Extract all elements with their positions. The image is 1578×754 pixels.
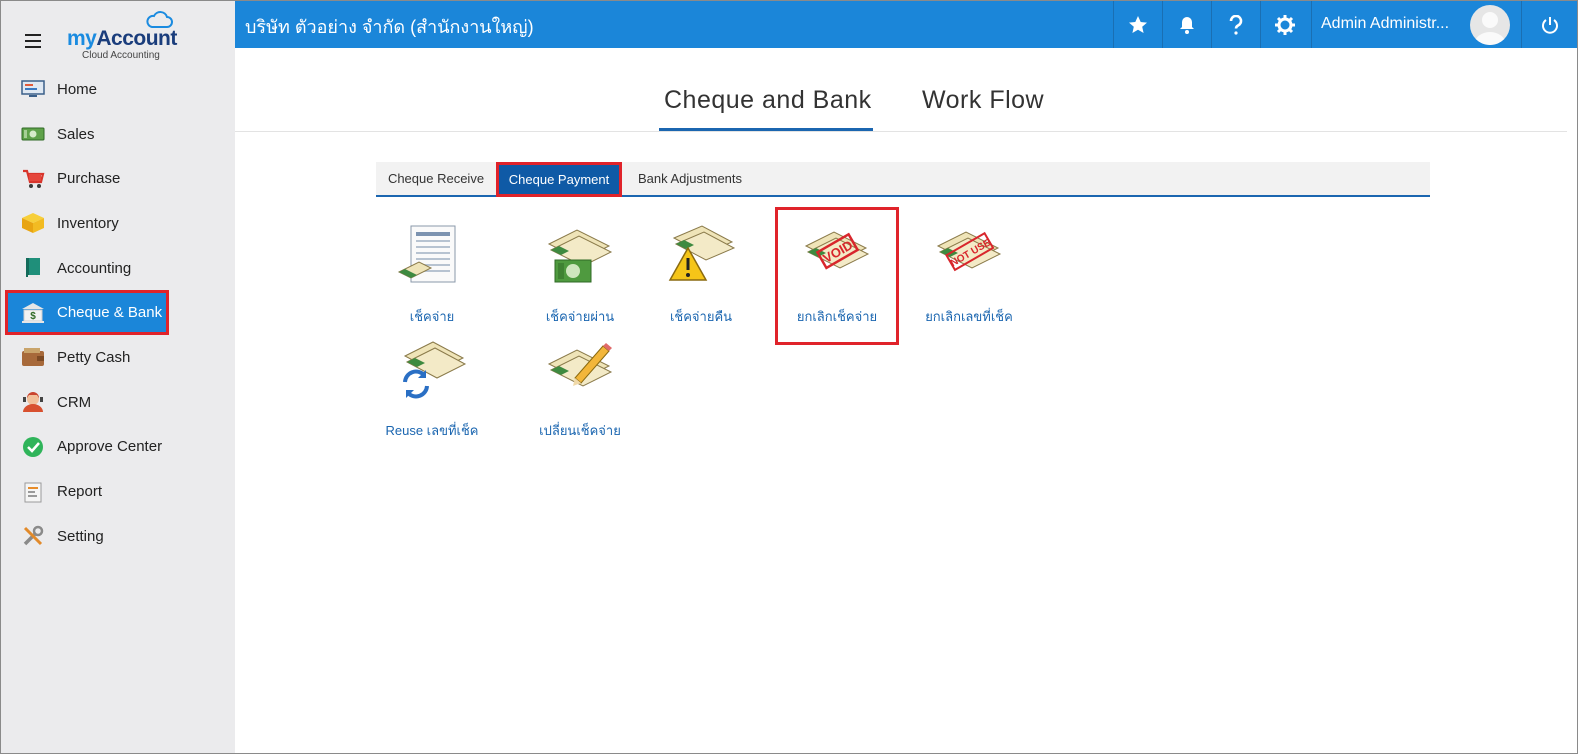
cheque-warning-icon (668, 225, 736, 281)
sidebar-item-label: Sales (57, 125, 95, 143)
svg-text:$: $ (30, 311, 36, 322)
top-bar: บริษัท ตัวอย่าง จำกัด (สำนักงานใหญ่) Adm… (235, 1, 1577, 48)
sidebar-item-label: Petty Cash (57, 348, 131, 366)
bank-icon: $ (21, 302, 45, 324)
tile-reuse-cheque-number[interactable]: Reuse เลขที่เช็ค (372, 338, 492, 448)
book-icon (21, 257, 45, 279)
sidebar-item-label: Purchase (57, 170, 121, 188)
tile-label: เช็คจ่ายผ่าน (545, 309, 615, 324)
home-icon (21, 78, 45, 100)
settings-button[interactable] (1260, 1, 1309, 48)
brand-logo[interactable]: myAccount Cloud Accounting (65, 11, 185, 63)
brand-name: myAccount (67, 27, 177, 51)
question-icon (1229, 14, 1243, 35)
brand-name-part1: my (67, 27, 97, 50)
sidebar-item-setting[interactable]: Setting (1, 514, 235, 559)
box-icon (21, 212, 45, 234)
gear-icon (1275, 14, 1295, 35)
bell-icon (1180, 16, 1194, 34)
avatar[interactable] (1470, 5, 1510, 45)
tile-void-cheque[interactable]: VOID ยกเลิกเช็คจ่าย (775, 207, 899, 345)
sidebar-item-label: CRM (57, 393, 92, 411)
sidebar-item-report[interactable]: Report (1, 469, 235, 514)
sidebar-item-sales[interactable]: Sales (1, 112, 235, 157)
main-content: Cheque and Bank Work Flow Cheque Receive… (235, 48, 1567, 753)
sidebar: myAccount Cloud Accounting Home Sales Pu… (1, 1, 235, 753)
cheque-list-icon (397, 225, 456, 283)
sidebar-item-crm[interactable]: CRM (1, 380, 235, 425)
logo-row: myAccount Cloud Accounting (1, 1, 235, 69)
user-name[interactable]: Admin Administr... (1321, 15, 1449, 33)
tab-work-flow[interactable]: Work Flow (922, 86, 1044, 115)
tile-label: เช็คจ่าย (409, 309, 455, 324)
sidebar-item-approve-center[interactable]: Approve Center (1, 425, 235, 470)
sidebar-item-accounting[interactable]: Accounting (1, 246, 235, 291)
hamburger-menu-icon[interactable] (25, 34, 41, 48)
subtab-cheque-receive[interactable]: Cheque Receive (376, 162, 496, 195)
person-icon (21, 391, 45, 413)
power-icon (1541, 16, 1558, 34)
help-button[interactable] (1211, 1, 1260, 48)
logout-button[interactable] (1521, 1, 1577, 48)
sub-tabs: Cheque Receive Cheque Payment Bank Adjus… (376, 162, 1430, 197)
sidebar-item-purchase[interactable]: Purchase (1, 156, 235, 201)
tile-change-cheque[interactable]: เปลี่ยนเช็คจ่าย (520, 338, 640, 448)
sidebar-item-label: Report (57, 483, 103, 501)
sidebar-item-petty-cash[interactable]: Petty Cash (1, 335, 235, 380)
wallet-icon (21, 346, 45, 368)
star-icon (1129, 15, 1147, 33)
sidebar-item-home[interactable]: Home (1, 67, 235, 112)
tab-cheque-and-bank[interactable]: Cheque and Bank (664, 86, 872, 115)
sidebar-item-label: Inventory (57, 214, 119, 232)
tile-void-cheque-number[interactable]: NOT USE ยกเลิกเลขที่เช็ค (909, 224, 1029, 334)
tile-label: เปลี่ยนเช็คจ่าย (539, 423, 621, 438)
sidebar-item-label: Approve Center (57, 438, 163, 456)
sidebar-nav: Home Sales Purchase Inventory Accounting… (1, 67, 235, 559)
company-name[interactable]: บริษัท ตัวอย่าง จำกัด (สำนักงานใหญ่) (245, 12, 534, 41)
check-circle-icon (21, 436, 45, 458)
favorite-button[interactable] (1113, 1, 1162, 48)
sales-icon (21, 123, 45, 145)
sidebar-item-cheque-bank[interactable]: $ Cheque & Bank (5, 290, 169, 336)
sidebar-item-inventory[interactable]: Inventory (1, 201, 235, 246)
cheque-cash-icon (547, 229, 613, 283)
tile-cheque-paid[interactable]: เช็คจ่ายผ่าน (520, 224, 640, 334)
tile-cheque-payment[interactable]: เช็คจ่าย (372, 224, 492, 334)
subtab-bank-adjustments[interactable]: Bank Adjustments (626, 162, 754, 195)
brand-tagline: Cloud Accounting (82, 50, 160, 61)
cheque-void-icon: VOID (804, 231, 870, 270)
notification-button[interactable] (1162, 1, 1211, 48)
sidebar-item-label: Cheque & Bank (57, 304, 163, 322)
report-icon (21, 481, 45, 503)
page-tabs: Cheque and Bank Work Flow (235, 48, 1567, 132)
tile-label: เช็คจ่ายคืน (669, 309, 733, 324)
tile-label: Reuse เลขที่เช็ค (385, 423, 479, 438)
user-avatar-icon (1474, 12, 1506, 45)
cheque-reuse-icon (403, 341, 467, 399)
cart-icon (21, 168, 45, 190)
sidebar-item-label: Setting (57, 527, 104, 545)
tile-cheque-returned[interactable]: เช็คจ่ายคืน (641, 224, 761, 334)
subtab-cheque-payment[interactable]: Cheque Payment (496, 162, 622, 197)
tile-label: ยกเลิกเช็คจ่าย (796, 309, 878, 324)
sidebar-item-label: Accounting (57, 259, 132, 277)
sidebar-item-label: Home (57, 80, 98, 98)
cheque-edit-icon (547, 343, 613, 387)
cheque-not-use-icon: NOT USE (936, 231, 1002, 272)
brand-name-part2: Account (96, 27, 177, 50)
tools-icon (21, 525, 45, 547)
tile-label: ยกเลิกเลขที่เช็ค (925, 309, 1013, 324)
active-tab-indicator (659, 128, 873, 131)
